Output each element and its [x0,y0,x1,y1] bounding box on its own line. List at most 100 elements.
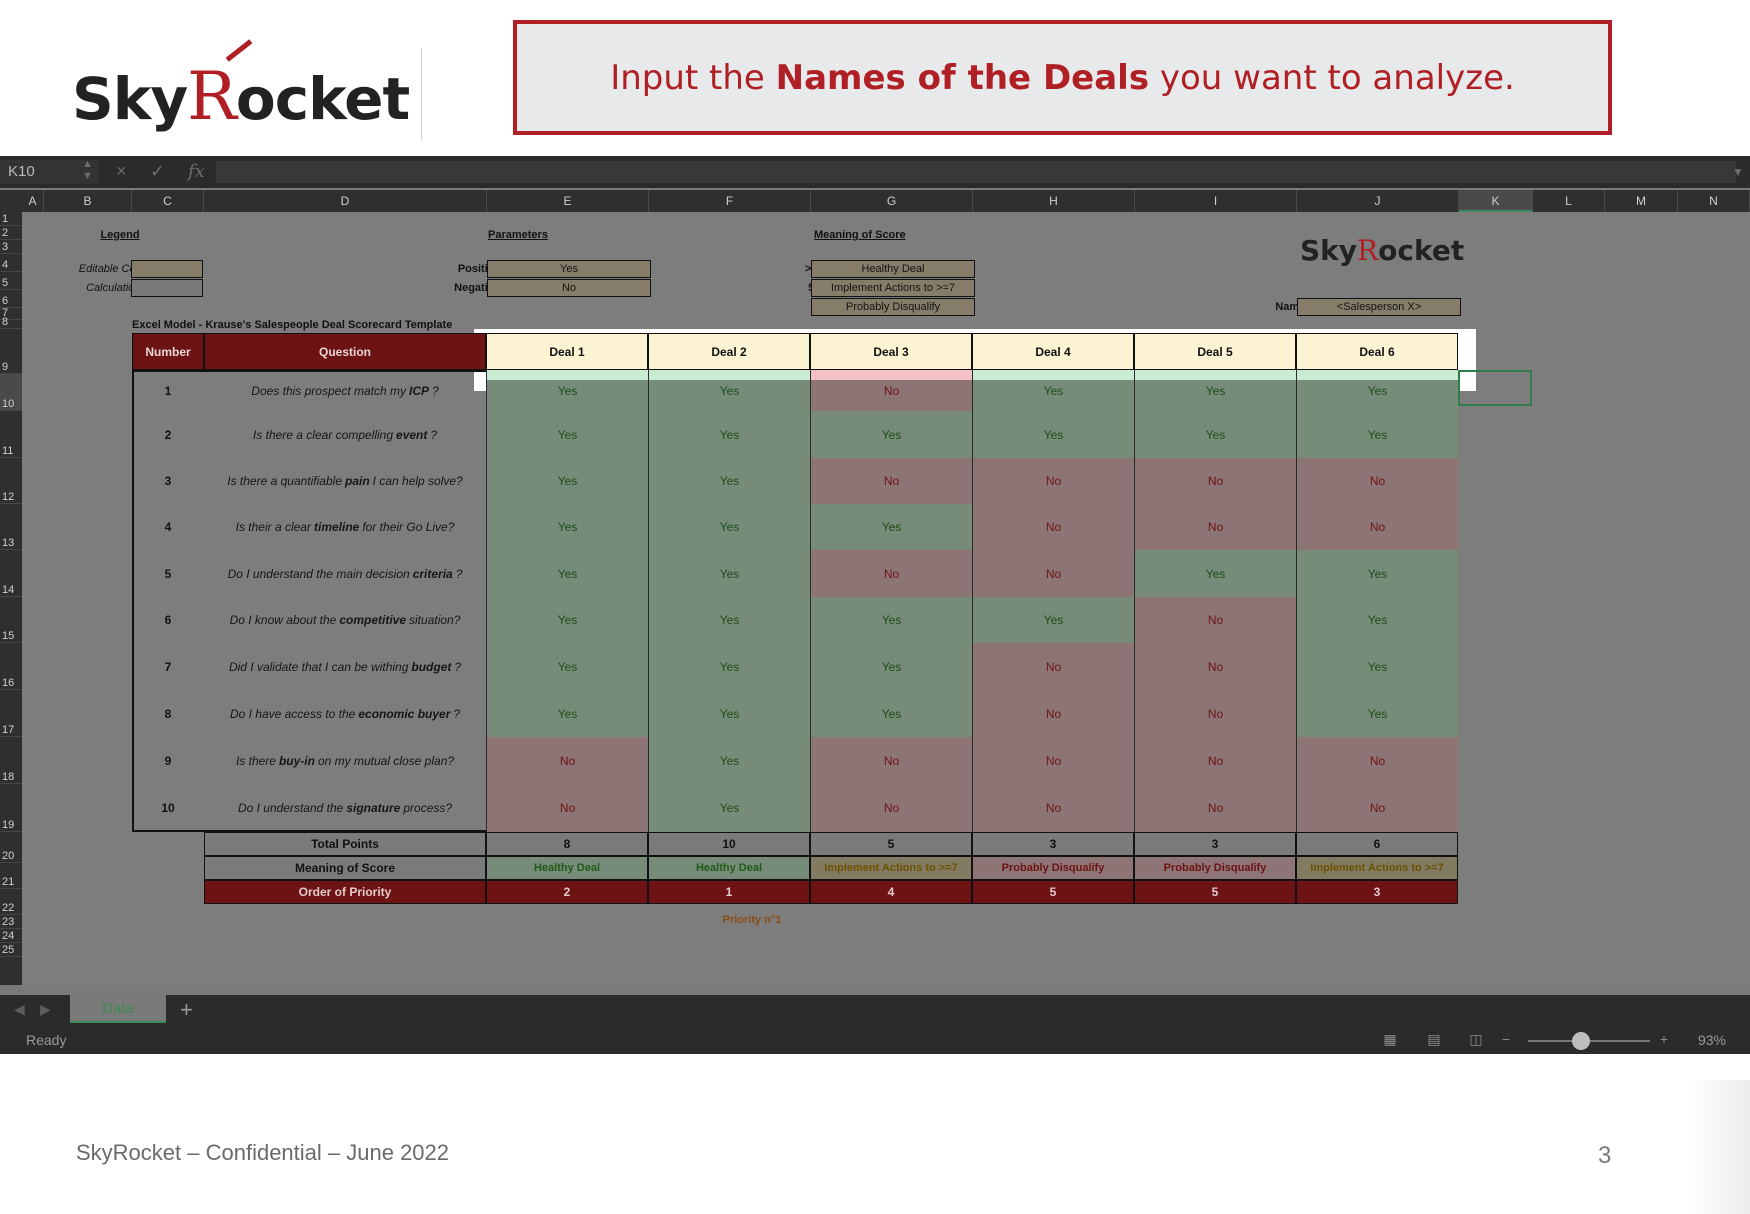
row-header[interactable]: 10 [0,374,22,411]
answer-cell[interactable]: No [972,737,1134,784]
cancel-icon[interactable]: × [116,161,127,182]
answer-cell[interactable]: Yes [648,550,810,597]
deal-name-cell[interactable]: Deal 2 [648,333,810,370]
answer-cell[interactable]: Yes [486,690,648,737]
answer-cell[interactable]: No [810,737,972,784]
row-header[interactable]: 17 [0,690,22,737]
answer-cell[interactable]: No [1134,458,1296,504]
legend-editable-swatch[interactable] [131,260,203,278]
column-header[interactable]: G [811,190,973,212]
row-header[interactable]: 12 [0,458,22,504]
next-sheet-icon[interactable]: ▶ [40,1001,51,1018]
salesperson-name[interactable]: <Salesperson X> [1297,298,1461,316]
answer-cell[interactable]: Yes [486,458,648,504]
prev-sheet-icon[interactable]: ◀ [14,1001,25,1018]
answer-cell[interactable]: No [972,643,1134,690]
answer-cell[interactable]: Yes [486,504,648,550]
column-header[interactable]: M [1605,190,1678,212]
answer-cell[interactable]: Yes [1296,411,1458,458]
answer-cell[interactable]: Yes [810,411,972,458]
deal-name-cell[interactable]: Deal 5 [1134,333,1296,370]
answer-cell[interactable]: Yes [486,597,648,643]
enter-icon[interactable]: ✓ [150,161,165,182]
answer-cell[interactable]: No [486,784,648,832]
answer-cell[interactable]: No [486,737,648,784]
answer-cell[interactable]: Yes [1134,411,1296,458]
row-header[interactable]: 24 [0,929,22,943]
meaning-text[interactable]: Probably Disqualify [811,298,975,316]
answer-cell[interactable]: Yes [1296,690,1458,737]
row-header[interactable]: 21 [0,863,22,889]
row-header[interactable]: 19 [0,784,22,832]
row-header[interactable]: 8 [0,316,22,329]
row-header[interactable]: 5 [0,272,22,290]
positive-value[interactable]: Yes [487,260,651,278]
answer-cell[interactable]: No [972,690,1134,737]
row-header[interactable]: 15 [0,597,22,643]
answer-cell[interactable]: No [810,550,972,597]
answer-cell[interactable]: No [972,504,1134,550]
answer-cell[interactable]: No [1134,690,1296,737]
row-header[interactable]: 13 [0,504,22,550]
column-header[interactable]: N [1678,190,1750,212]
row-header[interactable]: 1 [0,212,22,226]
row-header[interactable]: 6 [0,290,22,308]
row-header[interactable]: 2 [0,226,22,240]
row-header[interactable]: 20 [0,832,22,863]
answer-cell[interactable]: No [972,550,1134,597]
meaning-text[interactable]: Healthy Deal [811,260,975,278]
negative-value[interactable]: No [487,279,651,297]
row-header[interactable]: 9 [0,329,22,374]
column-header[interactable]: B [44,190,132,212]
answer-cell[interactable]: No [972,784,1134,832]
row-header[interactable]: 18 [0,737,22,784]
answer-cell[interactable]: Yes [648,690,810,737]
column-header[interactable]: D [204,190,487,212]
normal-view-icon[interactable]: ▦ [1372,1031,1408,1051]
answer-cell[interactable]: No [1296,504,1458,550]
column-header[interactable]: K [1459,190,1533,212]
zoom-in-icon[interactable]: + [1654,1031,1674,1051]
answer-cell[interactable]: No [1296,784,1458,832]
answer-cell[interactable]: Yes [810,504,972,550]
deal-name-cell[interactable]: Deal 3 [810,333,972,370]
answer-cell[interactable]: Yes [486,411,648,458]
zoom-level[interactable]: 93% [1698,1032,1726,1048]
deal-name-cell[interactable]: Deal 4 [972,333,1134,370]
name-box-stepper-icon[interactable]: ▲ ▼ [82,158,93,182]
answer-cell[interactable]: Yes [1296,643,1458,690]
zoom-slider-knob[interactable] [1572,1032,1590,1050]
answer-cell[interactable]: No [810,370,972,411]
answer-cell[interactable]: Yes [810,597,972,643]
deal-name-cell[interactable]: Deal 6 [1296,333,1458,370]
row-header[interactable]: 22 [0,889,22,915]
column-header[interactable]: J [1297,190,1459,212]
answer-cell[interactable]: Yes [648,784,810,832]
answer-cell[interactable]: Yes [1296,597,1458,643]
column-header[interactable]: I [1135,190,1297,212]
answer-cell[interactable]: Yes [810,643,972,690]
sheet-tab-data[interactable]: Data [70,995,166,1023]
row-header[interactable]: 11 [0,411,22,458]
column-header[interactable]: F [649,190,811,212]
formula-input[interactable] [216,161,1736,183]
row-header[interactable]: 25 [0,943,22,957]
answer-cell[interactable]: Yes [648,737,810,784]
answer-cell[interactable]: Yes [972,597,1134,643]
answer-cell[interactable]: Yes [972,411,1134,458]
row-header[interactable]: 16 [0,643,22,690]
zoom-out-icon[interactable]: − [1496,1031,1516,1051]
answer-cell[interactable]: Yes [1134,550,1296,597]
answer-cell[interactable]: Yes [648,458,810,504]
answer-cell[interactable]: Yes [648,504,810,550]
answer-cell[interactable]: No [1134,737,1296,784]
answer-cell[interactable]: Yes [1296,370,1458,411]
answer-cell[interactable]: Yes [1134,370,1296,411]
page-layout-view-icon[interactable]: ▤ [1416,1031,1452,1051]
answer-cell[interactable]: Yes [648,411,810,458]
answer-cell[interactable]: Yes [486,643,648,690]
row-header[interactable]: 23 [0,915,22,929]
answer-cell[interactable]: No [972,458,1134,504]
answer-cell[interactable]: Yes [486,370,648,411]
row-header[interactable]: 14 [0,550,22,597]
